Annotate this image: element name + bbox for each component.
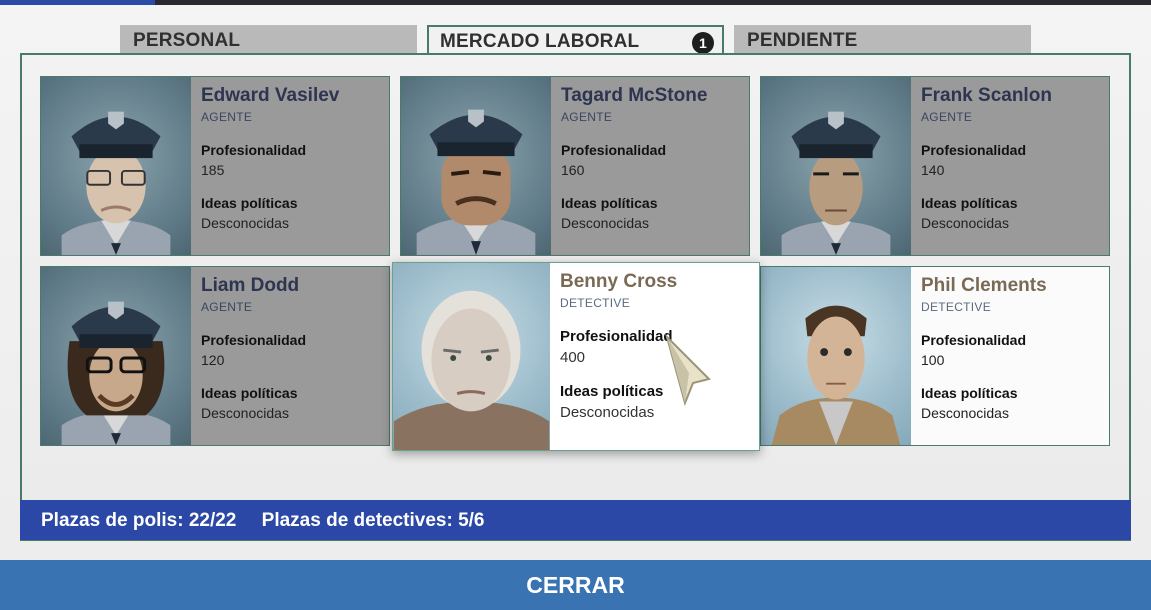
detective-portrait-icon xyxy=(393,290,550,450)
candidate-info: Liam Dodd AGENTE Profesionalidad 120 Ide… xyxy=(201,275,383,438)
top-strip-accent xyxy=(0,0,155,5)
notification-badge: 1 xyxy=(692,32,714,54)
professionalism-label: Profesionalidad xyxy=(921,332,1027,348)
candidate-rank: AGENTE xyxy=(201,300,253,314)
tab-label: PERSONAL xyxy=(133,30,241,51)
professionalism-value: 140 xyxy=(921,162,945,178)
professionalism-label: Profesionalidad xyxy=(921,142,1027,158)
tab-personal[interactable]: PERSONAL xyxy=(120,25,417,54)
hiring-screen: PERSONAL MERCADO LABORAL 1 PENDIENTE Edw… xyxy=(0,0,1151,610)
candidate-card[interactable]: Edward Vasilev AGENTE Profesionalidad 18… xyxy=(40,76,390,256)
officer-portrait-icon xyxy=(61,301,171,445)
professionalism-value: 100 xyxy=(921,352,945,368)
candidate-rank: DETECTIVE xyxy=(560,296,631,310)
candidate-rank: DETECTIVE xyxy=(921,300,992,314)
politics-label: Ideas políticas xyxy=(921,195,1018,211)
politics-label: Ideas políticas xyxy=(560,383,664,400)
professionalism-value: 160 xyxy=(561,162,585,178)
candidate-name: Frank Scanlon xyxy=(921,85,1052,106)
politics-value: Desconocidas xyxy=(201,215,289,231)
officer-portrait-icon xyxy=(61,111,171,255)
close-label: CERRAR xyxy=(526,572,625,598)
detective-slots: Plazas de detectives: 5/6 xyxy=(261,510,485,531)
candidate-card[interactable]: Frank Scanlon AGENTE Profesionalidad 140… xyxy=(760,76,1110,256)
detective-portrait xyxy=(393,263,550,450)
candidate-info: Tagard McStone AGENTE Profesionalidad 16… xyxy=(561,85,743,248)
politics-label: Ideas políticas xyxy=(201,385,298,401)
politics-label: Ideas políticas xyxy=(561,195,658,211)
politics-value: Desconocidas xyxy=(561,215,649,231)
professionalism-value: 120 xyxy=(201,352,225,368)
politics-label: Ideas políticas xyxy=(921,385,1018,401)
candidate-info: Phil Clements DETECTIVE Profesionalidad … xyxy=(921,275,1103,438)
politics-value: Desconocidas xyxy=(921,405,1009,421)
candidate-card[interactable]: Phil Clements DETECTIVE Profesionalidad … xyxy=(760,266,1110,446)
candidate-name: Benny Cross xyxy=(560,271,678,292)
politics-label: Ideas políticas xyxy=(201,195,298,211)
professionalism-label: Profesionalidad xyxy=(561,142,667,158)
officer-portrait xyxy=(41,77,191,255)
candidate-info: Frank Scanlon AGENTE Profesionalidad 140… xyxy=(921,85,1103,248)
officer-portrait xyxy=(761,77,911,255)
politics-value: Desconocidas xyxy=(921,215,1009,231)
candidate-rank: AGENTE xyxy=(201,110,253,124)
candidate-card[interactable]: Liam Dodd AGENTE Profesionalidad 120 Ide… xyxy=(40,266,390,446)
detective-portrait-icon xyxy=(771,305,901,445)
professionalism-label: Profesionalidad xyxy=(560,328,673,345)
officer-portrait-icon xyxy=(416,109,536,255)
officer-portrait xyxy=(41,267,191,445)
slots-status-bar: Plazas de polis: 22/22 Plazas de detecti… xyxy=(20,500,1131,540)
officer-portrait-icon xyxy=(781,111,891,255)
close-button[interactable]: CERRAR xyxy=(0,560,1151,610)
politics-value: Desconocidas xyxy=(201,405,289,421)
professionalism-value: 185 xyxy=(201,162,225,178)
detective-portrait xyxy=(761,267,911,445)
candidate-name: Edward Vasilev xyxy=(201,85,340,106)
professionalism-value: 400 xyxy=(560,349,586,366)
candidate-name: Phil Clements xyxy=(921,275,1047,296)
candidate-name: Liam Dodd xyxy=(201,275,300,296)
candidate-rank: AGENTE xyxy=(921,110,973,124)
officer-portrait xyxy=(401,77,551,255)
tab-label: MERCADO LABORAL xyxy=(440,31,640,52)
candidate-name: Tagard McStone xyxy=(561,85,708,106)
candidate-info: Edward Vasilev AGENTE Profesionalidad 18… xyxy=(201,85,383,248)
tab-label: PENDIENTE xyxy=(747,30,858,51)
candidate-card[interactable]: Tagard McStone AGENTE Profesionalidad 16… xyxy=(400,76,750,256)
candidate-info: Benny Cross DETECTIVE Profesionalidad 40… xyxy=(560,271,753,438)
police-slots: Plazas de polis: 22/22 xyxy=(41,510,237,531)
top-strip xyxy=(0,0,1151,5)
mouse-cursor-icon xyxy=(665,333,711,407)
professionalism-label: Profesionalidad xyxy=(201,332,307,348)
professionalism-label: Profesionalidad xyxy=(201,142,307,158)
tab-pending[interactable]: PENDIENTE xyxy=(734,25,1031,54)
candidate-rank: AGENTE xyxy=(561,110,613,124)
tab-job-market[interactable]: MERCADO LABORAL 1 xyxy=(427,25,724,55)
politics-value: Desconocidas xyxy=(560,404,655,421)
